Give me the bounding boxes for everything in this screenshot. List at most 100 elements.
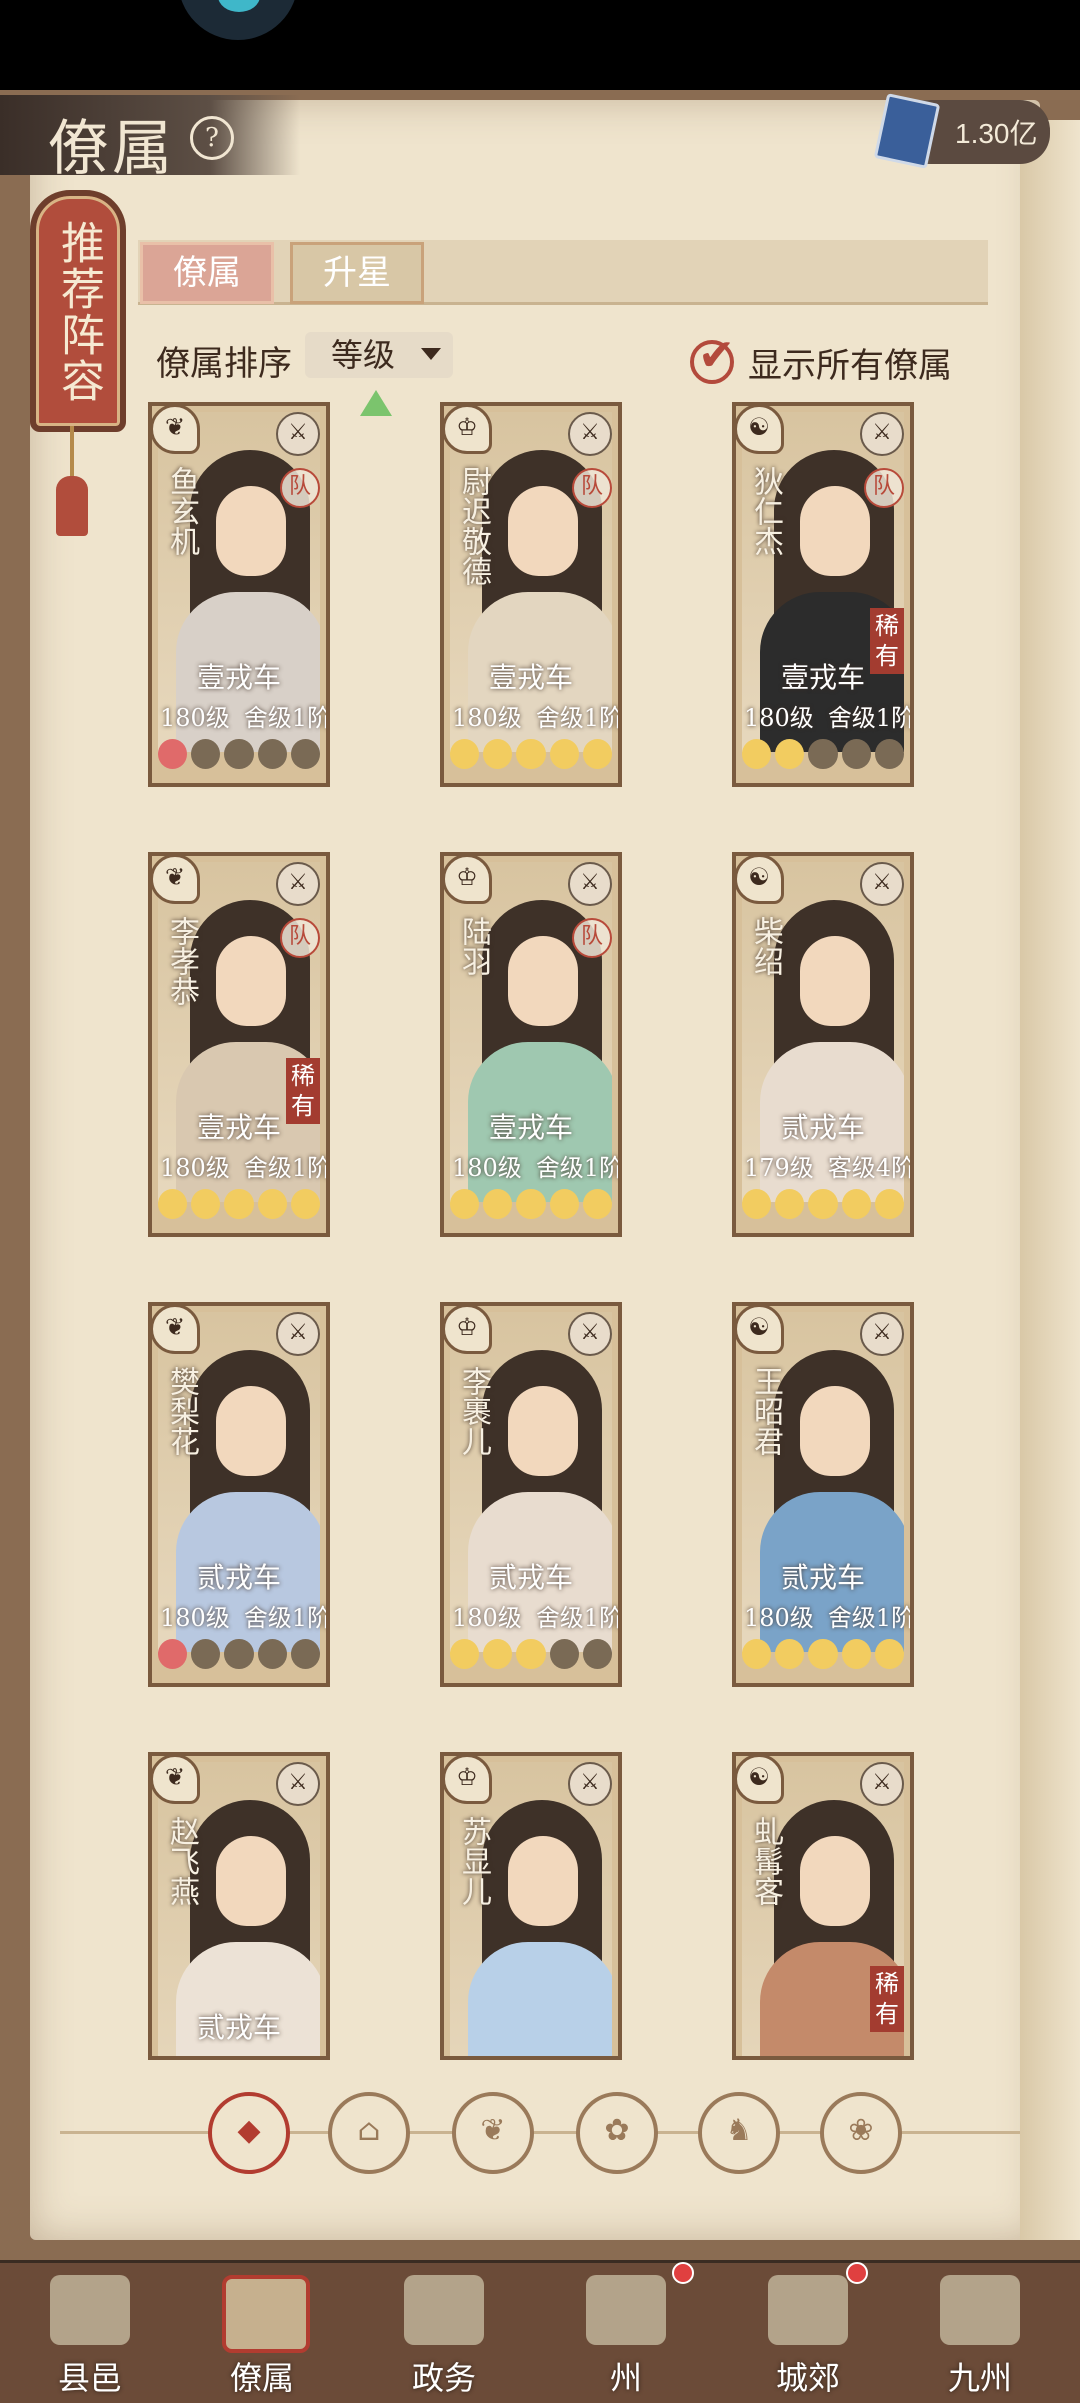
filter-faction-3-icon[interactable]: ✿	[576, 2092, 658, 2174]
team-badge: 队	[572, 468, 612, 508]
character-stats: 180级 舍级1阶	[452, 1148, 618, 1183]
character-level: 179级	[744, 1154, 814, 1182]
character-stats: 180级 舍级1阶	[160, 1148, 330, 1183]
character-card[interactable]: ❦ ⚔ 李孝恭队稀有 壹戎车 180级 舍级1阶	[148, 852, 330, 1237]
character-portrait	[450, 1762, 612, 2056]
team-badge: 队	[572, 918, 612, 958]
portrait-face	[508, 1386, 578, 1476]
faction-icon: ❦	[152, 856, 200, 904]
character-name: 鱼玄机	[164, 466, 199, 556]
map-scroll-icon	[940, 2275, 1020, 2345]
house-level: 舍级1阶	[827, 704, 914, 732]
faction-icon: ♔	[444, 1756, 492, 1804]
portrait-face	[216, 1386, 286, 1476]
sort-arrow-up-icon	[360, 390, 392, 416]
character-level: 180级	[160, 704, 230, 732]
class-icon: ⚔	[276, 1312, 320, 1356]
moon-icon	[483, 1189, 513, 1219]
show-all-label[interactable]: 显示所有僚属	[748, 338, 952, 387]
character-name: 王昭君	[748, 1366, 783, 1456]
class-icon: ⚔	[568, 412, 612, 456]
filter-faction-5-icon[interactable]: ❀	[820, 2092, 902, 2174]
character-name: 狄仁杰	[748, 466, 783, 556]
character-card[interactable]: ☯ ⚔ 虬髯客 稀有	[732, 1752, 914, 2060]
check-icon: ✔	[698, 330, 735, 381]
moon-icon	[775, 1189, 805, 1219]
sort-value: 等级	[331, 336, 396, 374]
page-title: 僚属	[48, 114, 176, 184]
tassel-cord	[70, 426, 74, 476]
filter-faction-1-icon[interactable]: ⌂	[328, 2092, 410, 2174]
character-card[interactable]: ❦ ⚔ 鱼玄机 队壹戎车 180级 舍级1阶	[148, 402, 330, 787]
character-card[interactable]: ♔ ⚔ 苏显儿	[440, 1752, 622, 2060]
star-moons	[158, 1639, 321, 1677]
nav-subordinates[interactable]: 僚属	[192, 2265, 332, 2400]
house-level: 舍级1阶	[535, 704, 622, 732]
filter-faction-4-icon[interactable]: ♞	[698, 2092, 780, 2174]
star-moons	[742, 739, 905, 777]
moon-icon	[191, 739, 221, 769]
moon-icon	[224, 1189, 254, 1219]
character-card[interactable]: ♔ ⚔ 李裹儿 贰戎车 180级 舍级1阶	[440, 1302, 622, 1687]
character-stats: 180级 舍级1阶	[160, 1598, 330, 1633]
nav-label: 九州	[947, 2359, 1012, 2397]
nav-label: 政务	[411, 2359, 476, 2397]
character-card[interactable]: ☯ ⚔ 柴绍 贰戎车 179级 客级4阶	[732, 852, 914, 1237]
moon-icon	[582, 739, 613, 769]
nav-label: 县邑	[57, 2359, 122, 2397]
character-card[interactable]: ♔ ⚔ 尉迟敬德 队壹戎车 180级 舍级1阶	[440, 402, 622, 787]
nav-nine-provinces[interactable]: 九州	[910, 2265, 1050, 2400]
portrait-face	[216, 936, 286, 1026]
filter-all-icon[interactable]: ◆	[208, 2092, 290, 2174]
nav-county[interactable]: 县邑	[20, 2265, 160, 2400]
nav-affairs[interactable]: 政务	[374, 2265, 514, 2400]
character-card[interactable]: ♔ ⚔ 陆羽 队壹戎车 180级 舍级1阶	[440, 852, 622, 1237]
class-icon: ⚔	[860, 1762, 904, 1806]
house-level: 舍级1阶	[243, 1604, 330, 1632]
portrait-robe	[468, 1942, 612, 2056]
nav-suburbs-dot	[846, 2262, 868, 2284]
moon-icon	[808, 739, 838, 769]
moon-icon	[841, 1639, 871, 1669]
page-curl	[1020, 120, 1080, 2240]
affairs-scroll-icon	[404, 2275, 484, 2345]
moon-icon	[742, 1639, 772, 1669]
moon-icon	[290, 1189, 321, 1219]
nav-prefecture[interactable]: 州	[556, 2265, 696, 2400]
prefecture-icon	[586, 2275, 666, 2345]
character-rank: 贰戎车	[780, 1561, 865, 1594]
character-card[interactable]: ❦ ⚔ 赵飞燕 贰戎车	[148, 1752, 330, 2060]
status-bar	[0, 0, 1080, 90]
moon-icon	[874, 1189, 905, 1219]
class-icon: ⚔	[568, 862, 612, 906]
character-name: 樊梨花	[164, 1366, 199, 1456]
character-card[interactable]: ☯ ⚔ 狄仁杰队稀有 壹戎车 180级 舍级1阶	[732, 402, 914, 787]
character-name: 赵飞燕	[164, 1816, 199, 1906]
character-stats: 180级 舍级1阶	[160, 698, 326, 733]
class-icon: ⚔	[568, 1762, 612, 1806]
character-card[interactable]: ❦ ⚔ 樊梨花 贰戎车 180级 舍级1阶	[148, 1302, 330, 1687]
class-icon: ⚔	[276, 412, 320, 456]
tab-subordinates[interactable]: 僚属	[140, 242, 274, 304]
character-rank: 壹戎车	[780, 661, 865, 694]
star-moons	[450, 1189, 613, 1227]
character-card[interactable]: ☯ ⚔ 王昭君 贰戎车 180级 舍级1阶	[732, 1302, 914, 1687]
filter-faction-2-icon[interactable]: ❦	[452, 2092, 534, 2174]
house-level: 客级4阶	[827, 1154, 914, 1182]
character-rank: 贰戎车	[196, 1561, 281, 1594]
sort-label: 僚属排序	[156, 344, 292, 384]
nav-suburbs[interactable]: 城郊	[738, 2265, 878, 2400]
faction-icon: ❦	[152, 406, 200, 454]
moon-icon	[483, 1639, 513, 1669]
house-level: 舍级1阶	[243, 1154, 330, 1182]
county-building-icon	[50, 2275, 130, 2345]
floating-pet-icon[interactable]	[178, 0, 298, 40]
class-icon: ⚔	[568, 1312, 612, 1356]
moon-icon	[808, 1189, 838, 1219]
portrait-face	[216, 486, 286, 576]
class-icon: ⚔	[860, 412, 904, 456]
character-rank: 壹戎车	[196, 661, 281, 694]
tab-star-up[interactable]: 升星	[290, 242, 424, 304]
sort-dropdown[interactable]: 等级	[305, 332, 453, 378]
help-icon[interactable]: ?	[190, 116, 234, 160]
